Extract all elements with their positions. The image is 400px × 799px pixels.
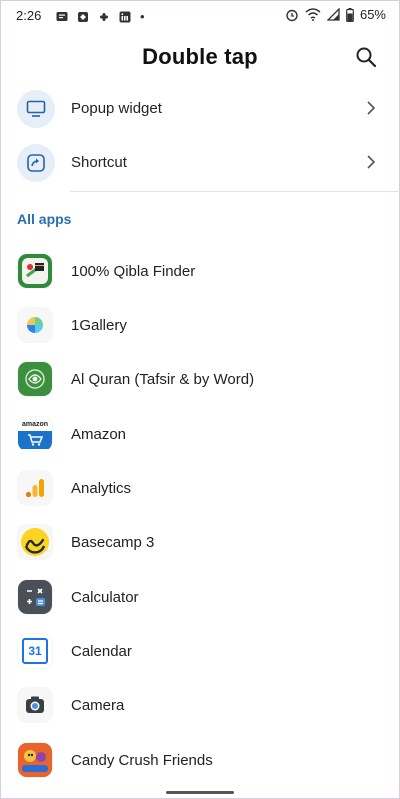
qibla-finder-icon: [18, 254, 52, 288]
app-name: Al Quran (Tafsir & by Word): [71, 371, 255, 388]
status-bar: 2:26 • 65%: [0, 0, 400, 32]
option-shortcut[interactable]: Shortcut: [0, 137, 400, 191]
chevron-right-icon: [367, 155, 376, 169]
gesture-nav-bar[interactable]: [166, 791, 234, 794]
option-icon-bg: [17, 90, 55, 128]
chevron-right-icon: [367, 101, 376, 115]
status-time: 2:26: [16, 8, 42, 23]
linkedin-icon: [119, 11, 131, 22]
page-title: Double tap: [142, 44, 258, 69]
amazon-icon-text: amazon: [21, 421, 49, 428]
option-icon-bg: [17, 144, 55, 182]
amazon-icon: amazon: [18, 417, 52, 451]
app-name: 100% Qibla Finder: [71, 263, 196, 280]
calendar-icon-text: 31: [28, 644, 42, 658]
wifi-icon: [305, 8, 321, 21]
app-name: 1Gallery: [71, 317, 127, 334]
app-name: Amazon: [71, 426, 127, 443]
section-title-all-apps: All apps: [17, 211, 72, 227]
app-name: Candy Crush Friends: [71, 752, 213, 769]
app-item-al-quran[interactable]: Al Quran (Tafsir & by Word): [0, 352, 400, 406]
calculator-icon: [18, 580, 52, 614]
analytics-icon: [18, 471, 52, 505]
battery-percent: 65%: [359, 7, 386, 22]
app-item-analytics[interactable]: Analytics: [0, 461, 400, 515]
option-label: Shortcut: [71, 154, 127, 171]
slack-icon: [78, 11, 88, 22]
top-app-bar: Double tap: [0, 32, 400, 82]
quran-icon: [18, 362, 52, 396]
app-item-qibla-finder[interactable]: 100% Qibla Finder: [0, 244, 400, 298]
notification-dot: •: [140, 9, 145, 24]
app-item-calculator[interactable]: Calculator: [0, 570, 400, 624]
app-item-camera[interactable]: Camera: [0, 678, 400, 732]
shortcut-arrow-icon: [27, 154, 45, 172]
gallery-icon: [18, 308, 52, 342]
signal-icon: [326, 8, 340, 21]
option-popup-widget[interactable]: Popup widget: [0, 83, 400, 137]
alarm-icon: [286, 9, 298, 21]
search-icon[interactable]: [354, 45, 378, 69]
app-item-basecamp[interactable]: Basecamp 3: [0, 515, 400, 569]
message-icon: [56, 11, 68, 21]
app-name: Analytics: [71, 480, 132, 497]
app-item-calendar[interactable]: 31 Calendar: [0, 624, 400, 678]
app-name: Calendar: [71, 643, 132, 660]
app-item-candy-crush[interactable]: Candy Crush Friends: [0, 733, 400, 787]
calendar-icon: 31: [18, 634, 52, 668]
slack-icon: [100, 12, 108, 21]
monitor-icon: [26, 100, 46, 117]
app-item-1gallery[interactable]: 1Gallery: [0, 298, 400, 352]
battery-icon: [346, 7, 354, 22]
app-name: Basecamp 3: [71, 534, 155, 551]
candy-crush-icon: [18, 743, 52, 777]
status-right: 65%: [285, 7, 386, 22]
option-label: Popup widget: [71, 100, 162, 117]
notification-icons: •: [56, 9, 145, 24]
app-name: Calculator: [71, 589, 139, 606]
basecamp-icon: [18, 525, 52, 559]
divider: [70, 191, 400, 192]
camera-icon: [18, 688, 52, 722]
app-item-amazon[interactable]: amazon Amazon: [0, 407, 400, 461]
app-name: Camera: [71, 697, 125, 714]
